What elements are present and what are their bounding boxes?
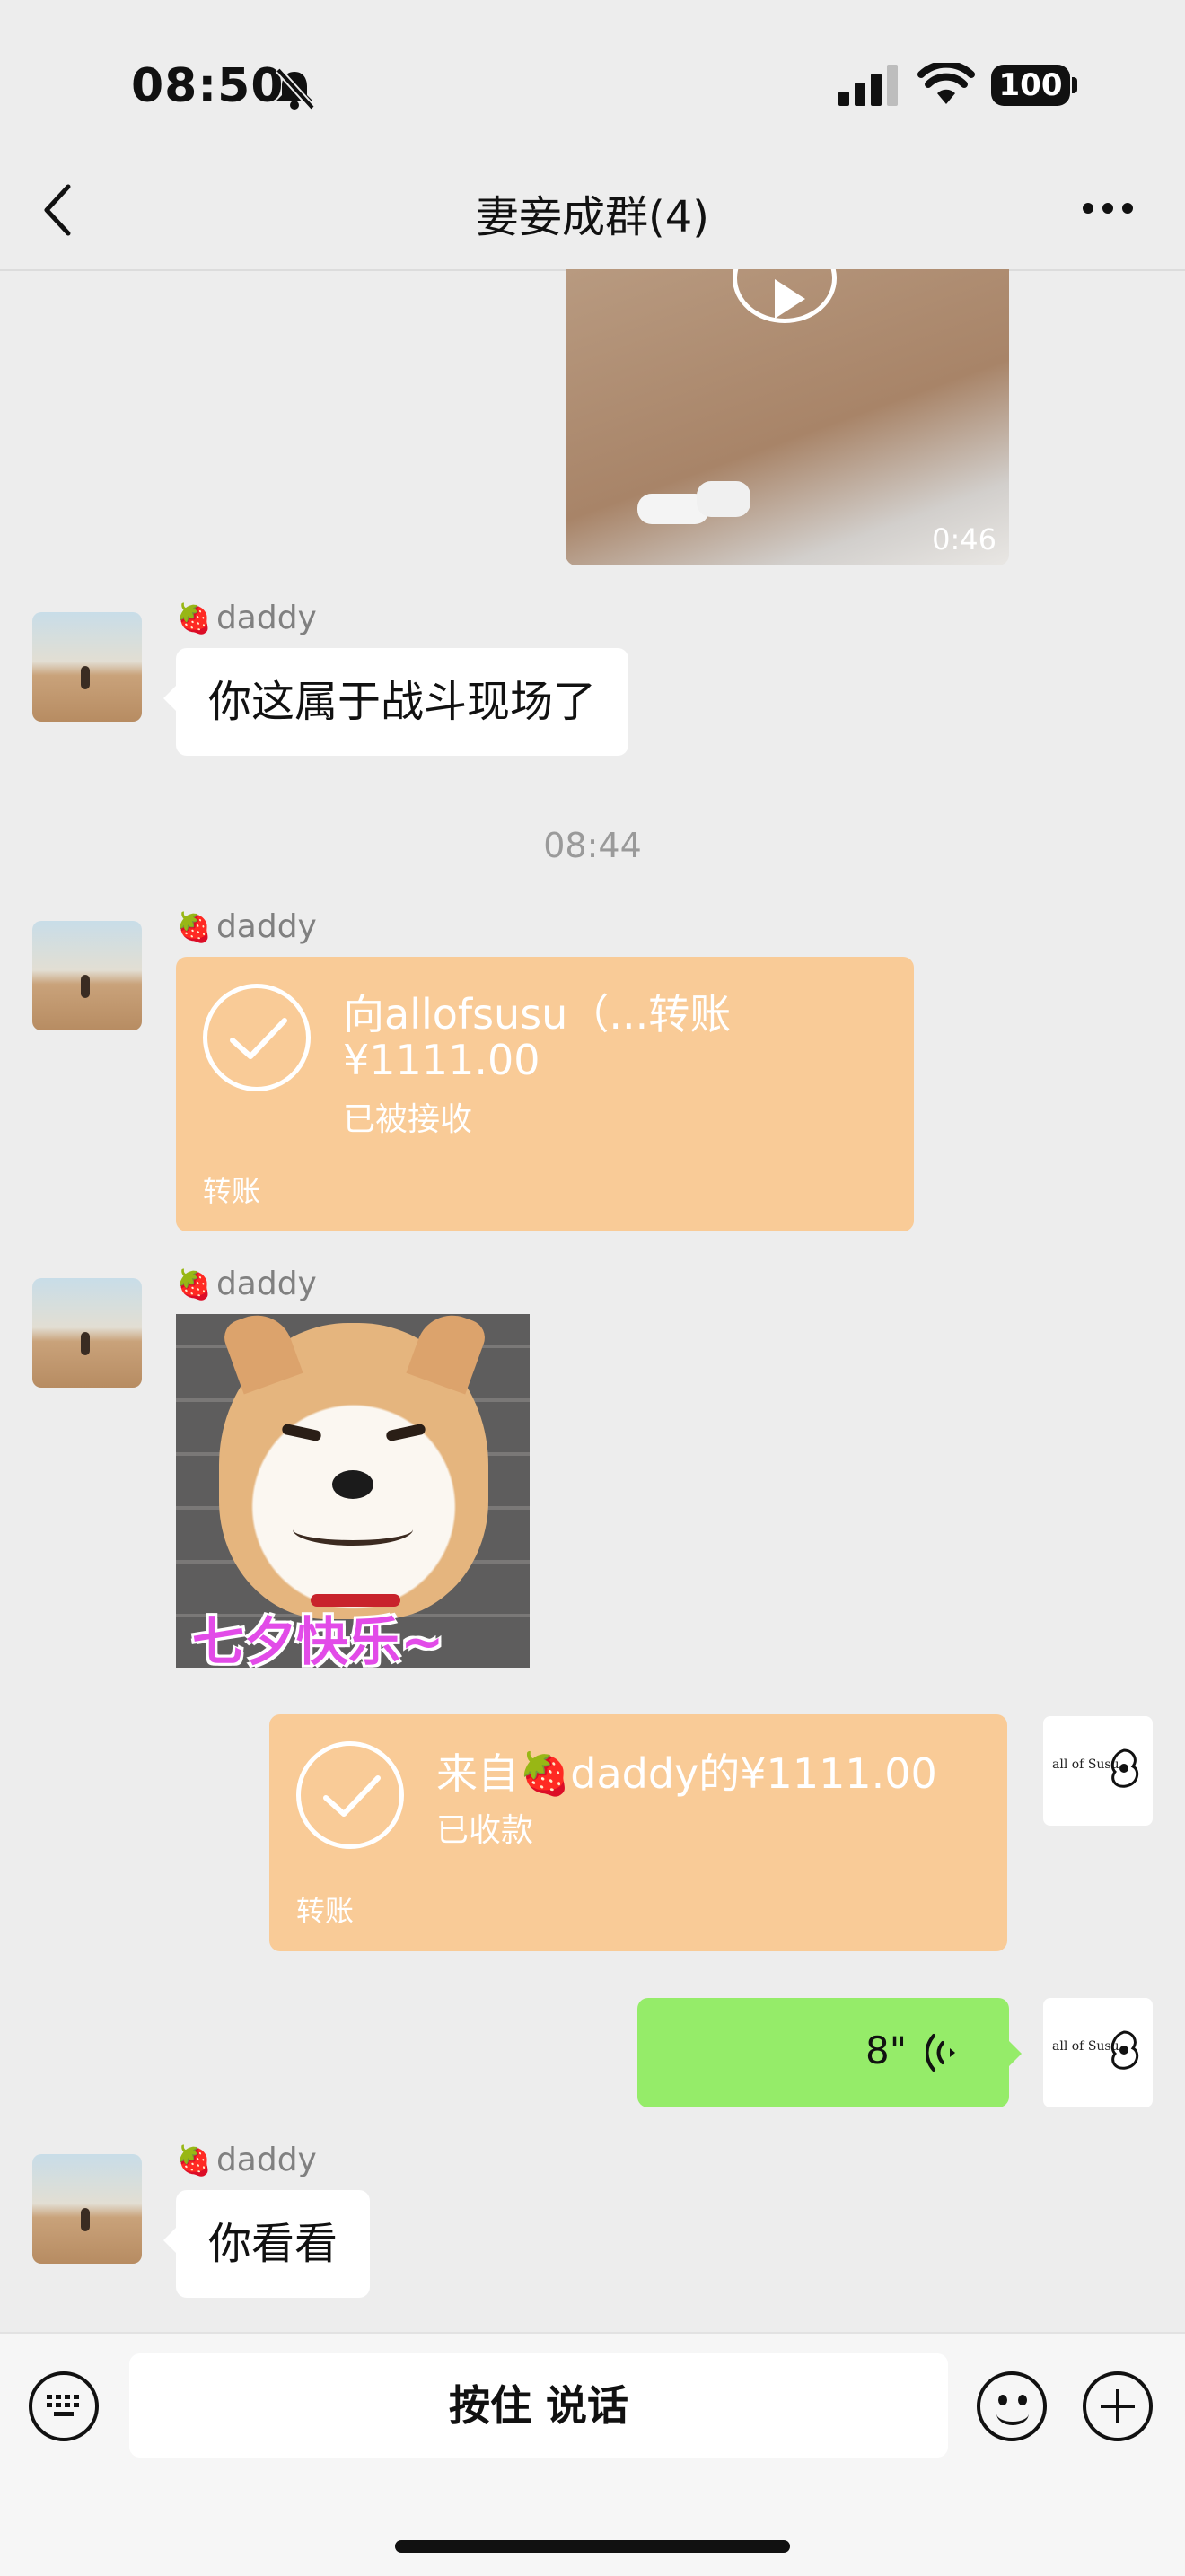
keyboard-icon[interactable] <box>29 2371 99 2441</box>
avatar[interactable] <box>32 612 142 722</box>
strawberry-icon: 🍓 <box>176 1267 212 1301</box>
sender-name: 🍓 daddy <box>176 908 317 945</box>
text-message[interactable]: 你这属于战斗现场了 <box>162 648 629 756</box>
strawberry-icon: 🍓 <box>519 1749 571 1798</box>
avatar[interactable] <box>32 1278 142 1388</box>
strawberry-icon: 🍓 <box>176 601 212 635</box>
logo-figure-icon <box>1110 2030 1139 2070</box>
voice-wave-icon <box>926 2034 955 2072</box>
sender-name: 🍓 daddy <box>176 600 317 636</box>
dog-nose <box>332 1470 373 1499</box>
cellular-signal-icon <box>838 65 898 106</box>
text-message[interactable]: 你看看 <box>162 2190 371 2298</box>
battery-indicator: 100 <box>991 65 1070 106</box>
wifi-icon <box>917 63 975 104</box>
battery-level: 100 <box>998 67 1063 103</box>
transfer-message[interactable]: 向allofsusu（...转账 ¥1111.00 已被接收 转账 <box>176 957 914 1231</box>
avatar[interactable] <box>32 2154 142 2264</box>
emoji-icon[interactable] <box>977 2371 1047 2441</box>
transfer-receipt-message[interactable]: 来自🍓daddy的¥1111.00 已收款 转账 <box>269 1714 1007 1951</box>
sender-name: 🍓 daddy <box>176 1266 317 1302</box>
strawberry-icon: 🍓 <box>176 910 212 944</box>
transfer-title: 来自🍓daddy的¥1111.00 <box>436 1749 937 1798</box>
video-duration: 0:46 <box>932 522 996 556</box>
transfer-title: 向allofsusu（...转账 <box>343 990 732 1038</box>
voice-message[interactable]: 8" <box>637 1998 1022 2107</box>
sticker-caption: 七夕快乐~ <box>192 1611 444 1668</box>
status-bar: 08:50 100 <box>0 0 1185 162</box>
logo-figure-icon <box>1110 1748 1139 1788</box>
my-avatar[interactable]: all of Susu <box>1043 1998 1153 2107</box>
plus-icon[interactable] <box>1083 2371 1153 2441</box>
more-dots-icon[interactable] <box>1081 201 1135 215</box>
sender-name: 🍓 daddy <box>176 2142 317 2178</box>
video-content <box>697 481 750 517</box>
avatar[interactable] <box>32 921 142 1030</box>
hold-to-talk-button[interactable]: 按住 说话 <box>129 2353 948 2458</box>
transfer-footer: 转账 <box>203 1174 261 1208</box>
status-time: 08:50 <box>131 59 285 113</box>
transfer-footer: 转账 <box>296 1894 355 1928</box>
my-avatar[interactable]: all of Susu <box>1043 1716 1153 1826</box>
message-timestamp: 08:44 <box>543 826 642 865</box>
play-icon[interactable] <box>733 269 837 323</box>
sticker-image[interactable]: 七夕快乐~ <box>176 1314 530 1668</box>
check-circle-icon <box>203 984 311 1091</box>
home-indicator <box>395 2540 790 2553</box>
transfer-amount: ¥1111.00 <box>343 1036 540 1084</box>
video-message[interactable]: 0:46 <box>566 269 1009 565</box>
bell-muted-icon <box>276 67 315 110</box>
voice-duration: 8" <box>865 2028 908 2072</box>
transfer-status: 已收款 <box>436 1812 534 1849</box>
strawberry-icon: 🍓 <box>176 2143 212 2177</box>
dog-mouth <box>293 1513 413 1546</box>
chat-title: 妻妾成群(4) <box>476 192 709 242</box>
battery-tip <box>1072 77 1077 93</box>
transfer-status: 已被接收 <box>343 1101 473 1138</box>
check-circle-icon <box>296 1741 404 1849</box>
